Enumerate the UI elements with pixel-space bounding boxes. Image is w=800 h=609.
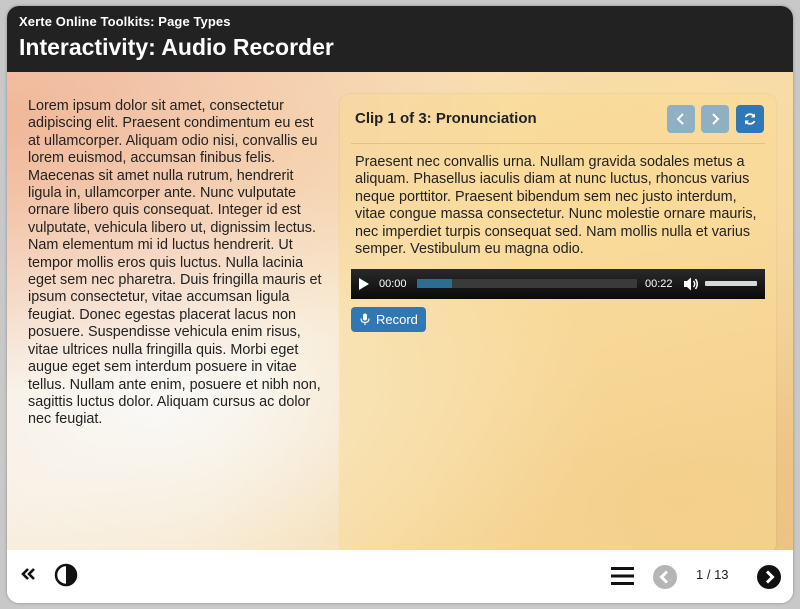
project-title: Xerte Online Toolkits: Page Types (19, 14, 231, 29)
record-label: Record (376, 312, 418, 327)
volume-slider[interactable] (705, 281, 757, 286)
audio-duration: 00:22 (645, 278, 673, 290)
audio-progress-track[interactable] (417, 279, 637, 288)
double-chevron-left-icon[interactable] (20, 567, 36, 581)
record-button[interactable]: Record (351, 307, 426, 332)
clip-description: Praesent nec convallis urna. Nullam grav… (355, 154, 757, 258)
clip-title: Clip 1 of 3: Pronunciation (355, 110, 537, 127)
microphone-icon (360, 313, 370, 326)
page-content: Lorem ipsum dolor sit amet, consectetur … (7, 72, 793, 554)
audio-recorder-panel: Clip 1 of 3: Pronunciation Praesent nec … (340, 94, 776, 554)
chevron-right-icon (712, 113, 720, 125)
audio-buffered-bar (417, 279, 453, 288)
previous-page-icon[interactable] (653, 565, 677, 589)
reset-button[interactable] (736, 105, 764, 133)
footer: 1 / 13 (7, 550, 793, 603)
volume-icon[interactable] (683, 276, 699, 292)
previous-clip-button[interactable] (667, 105, 695, 133)
chevron-left-icon (676, 113, 684, 125)
header: Xerte Online Toolkits: Page Types Intera… (7, 6, 793, 72)
next-page-icon[interactable] (757, 565, 781, 589)
audio-player: 00:00 00:22 (351, 269, 765, 299)
current-time: 00:00 (379, 278, 407, 290)
menu-icon[interactable] (611, 566, 634, 586)
app-frame: Xerte Online Toolkits: Page Types Intera… (7, 6, 793, 603)
page-indicator: 1 / 13 (696, 567, 729, 582)
contrast-icon[interactable] (54, 563, 78, 587)
page-title: Interactivity: Audio Recorder (19, 34, 334, 60)
intro-text: Lorem ipsum dolor sit amet, consectetur … (28, 98, 322, 428)
next-clip-button[interactable] (701, 105, 729, 133)
panel-divider (351, 143, 765, 144)
refresh-icon (744, 113, 756, 125)
play-icon[interactable] (358, 277, 370, 291)
